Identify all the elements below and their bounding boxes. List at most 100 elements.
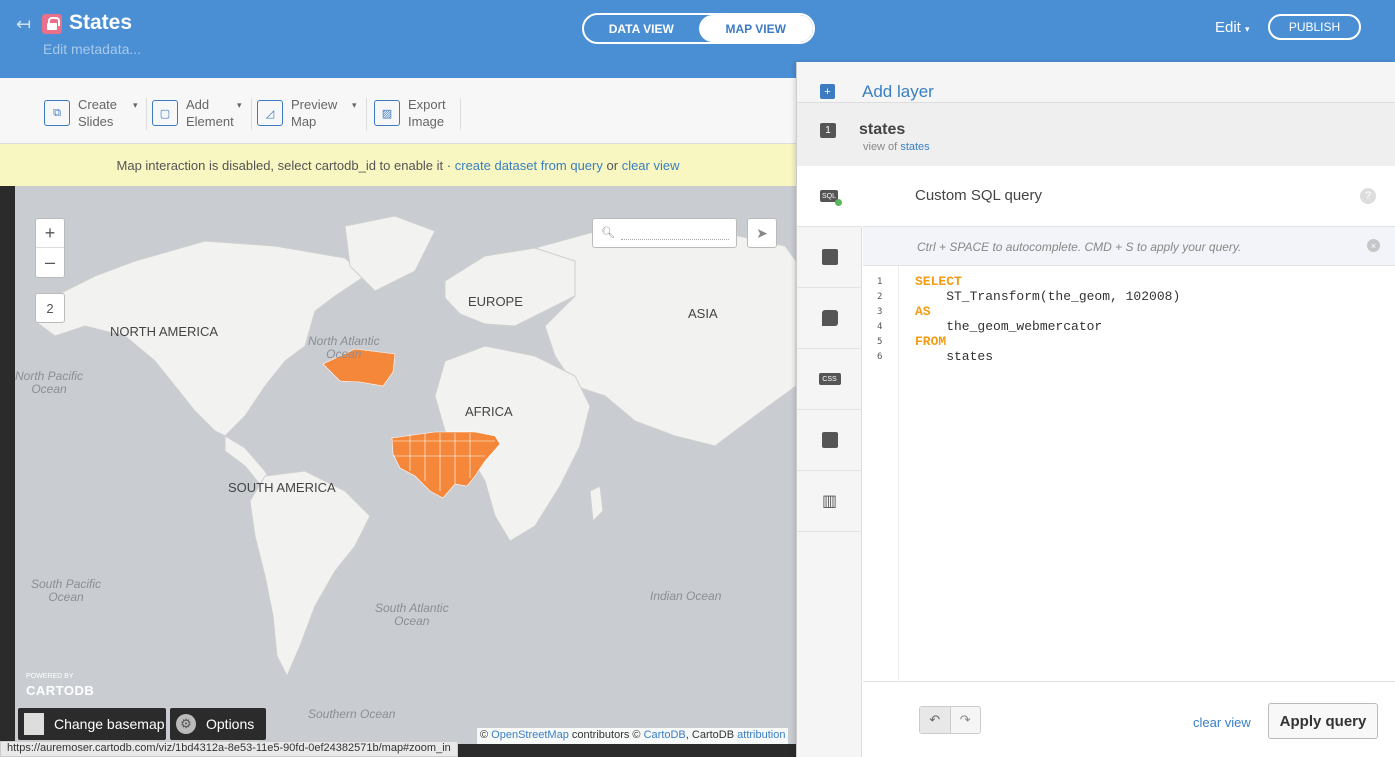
- css-badge-text: CSS: [822, 375, 837, 383]
- line-number: 2: [877, 292, 883, 302]
- map-search-input[interactable]: 🔍︎: [592, 218, 737, 248]
- layer-name[interactable]: states: [859, 121, 905, 139]
- source-table-link[interactable]: states: [900, 141, 929, 153]
- label-europe: EUROPE: [468, 294, 523, 309]
- close-icon[interactable]: ×: [1367, 239, 1380, 252]
- cartodb-link[interactable]: CartoDB: [644, 729, 686, 741]
- world-map: [34, 215, 796, 678]
- divider: [251, 98, 252, 130]
- label-south-america: SOUTH AMERICA: [228, 480, 336, 495]
- osm-link[interactable]: OpenStreetMap: [491, 729, 569, 741]
- autocomplete-hint: Ctrl + SPACE to autocomplete. CMD + S to…: [863, 226, 1395, 266]
- preview-map-button[interactable]: ◿ Preview Map: [257, 96, 337, 130]
- create-slides-button[interactable]: ⧉ Create Slides: [44, 96, 117, 130]
- export-image-button[interactable]: ▨ Export Image: [374, 96, 446, 130]
- tool-infowindow[interactable]: [797, 288, 862, 349]
- tab-data-view[interactable]: DATA VIEW: [584, 15, 699, 42]
- line-number: 6: [877, 352, 883, 362]
- tool-wizard[interactable]: [797, 227, 862, 288]
- clear-view-link[interactable]: clear view: [622, 158, 680, 173]
- tb-label-2: Map: [291, 114, 317, 129]
- page-title[interactable]: States: [69, 11, 132, 35]
- line-number: 1: [877, 277, 883, 287]
- sql-editor[interactable]: 1 2 3 4 5 6 SELECT ST_Transform(the_geom…: [863, 266, 1395, 681]
- label-north-america: NORTH AMERICA: [110, 324, 219, 339]
- hint-text: Ctrl + SPACE to autocomplete. CMD + S to…: [917, 240, 1242, 254]
- change-basemap-label: Change basemap: [54, 716, 165, 732]
- edit-label: Edit: [1215, 19, 1241, 36]
- edit-metadata-link[interactable]: Edit metadata...: [43, 41, 141, 57]
- undo-button[interactable]: ↶: [920, 707, 951, 733]
- chart-icon: ▥: [821, 493, 838, 510]
- sql-icon: SQL: [820, 190, 842, 206]
- ocean-line: Ocean: [48, 590, 84, 604]
- label-south-atlantic: South Atlantic Ocean: [375, 602, 449, 628]
- clear-view-button[interactable]: clear view: [1193, 715, 1251, 730]
- create-dataset-link[interactable]: create dataset from query: [455, 158, 603, 173]
- attribution-link[interactable]: attribution: [737, 729, 785, 741]
- redo-button[interactable]: ↷: [951, 707, 981, 733]
- add-layer-button[interactable]: Add layer: [862, 82, 934, 102]
- sql-footer: ↶ ↷ clear view Apply query: [863, 681, 1395, 757]
- tool-css[interactable]: CSS: [797, 349, 862, 410]
- map-toolbar: ⧉ Create Slides ▾ ▢ Add Element ▾ ◿ Previe…: [0, 78, 796, 144]
- divider: [366, 98, 367, 130]
- wizard-icon: [821, 249, 838, 265]
- code-line[interactable]: SELECT: [915, 274, 962, 289]
- options-button[interactable]: ⚙ Options: [170, 708, 266, 740]
- ocean-line: Ocean: [326, 347, 362, 361]
- notice-text: Map interaction is disabled, select cart…: [116, 157, 452, 173]
- layer-header[interactable]: 1 states view of states: [797, 102, 1395, 166]
- line-number: 3: [877, 307, 883, 317]
- css-icon: CSS: [818, 373, 841, 385]
- legend-icon: [821, 432, 838, 448]
- code-line[interactable]: AS: [915, 304, 931, 319]
- tool-sql[interactable]: SQL: [797, 166, 862, 227]
- label-south-pacific: South Pacific Ocean: [31, 578, 101, 604]
- line-number: 5: [877, 337, 883, 347]
- powered-by-text: POWERED BY: [26, 673, 74, 680]
- tool-chart[interactable]: ▥: [797, 471, 862, 532]
- zoom-level-indicator: 2: [35, 293, 65, 323]
- basemap-thumbnail-icon: [24, 713, 44, 735]
- code-line[interactable]: FROM: [915, 334, 946, 349]
- notice-or: or: [606, 157, 619, 173]
- tb-label-2: Slides: [78, 114, 114, 129]
- help-icon[interactable]: ?: [1360, 188, 1376, 204]
- edit-menu[interactable]: Edit ▾: [1215, 19, 1250, 36]
- share-location-button[interactable]: ➤: [747, 218, 777, 248]
- zoom-out-button[interactable]: –: [36, 248, 64, 277]
- label-north-pacific: North Pacific Ocean: [15, 370, 83, 396]
- attr-sep: , CartoDB: [685, 729, 735, 741]
- attr-contributors: contributors ©: [571, 729, 641, 741]
- search-underline: [621, 239, 729, 240]
- change-basemap-button[interactable]: Change basemap: [18, 708, 166, 740]
- code-line[interactable]: ST_Transform(the_geom, 102008): [915, 289, 1180, 304]
- search-icon: 🔍︎: [601, 227, 615, 239]
- zoom-in-button[interactable]: +: [36, 219, 64, 248]
- caret-down-icon[interactable]: ▾: [237, 100, 242, 111]
- attr-prefix: ©: [480, 729, 489, 741]
- element-icon: ▢: [152, 100, 178, 126]
- apply-query-button[interactable]: Apply query: [1268, 703, 1378, 739]
- caret-down-icon[interactable]: ▾: [133, 100, 138, 111]
- code-line[interactable]: states: [915, 349, 993, 364]
- caret-down-icon: ▾: [1245, 24, 1250, 34]
- tab-map-view[interactable]: MAP VIEW: [698, 15, 813, 42]
- label-africa: AFRICA: [465, 404, 513, 419]
- add-element-button[interactable]: ▢ Add Element: [152, 96, 234, 130]
- map-canvas[interactable]: + – 2 🔍︎ ➤ NORTH AMERICA EUROPE ASIA AFR…: [15, 186, 796, 744]
- add-layer-bar[interactable]: + Add layer: [797, 62, 1395, 102]
- zoom-control: + –: [35, 218, 65, 278]
- caret-down-icon[interactable]: ▾: [352, 100, 357, 111]
- code-line[interactable]: the_geom_webmercator: [915, 319, 1102, 334]
- publish-button[interactable]: PUBLISH: [1268, 14, 1361, 40]
- tb-label-1: Export: [408, 97, 446, 112]
- back-arrow-icon[interactable]: ↤: [16, 14, 31, 35]
- tool-legend[interactable]: [797, 410, 862, 471]
- send-icon: ➤: [756, 224, 768, 241]
- view-of-text: view of: [863, 141, 898, 153]
- lock-icon[interactable]: [42, 14, 62, 34]
- view-toggle: DATA VIEW MAP VIEW: [582, 13, 815, 44]
- tb-label-2: Element: [186, 114, 234, 129]
